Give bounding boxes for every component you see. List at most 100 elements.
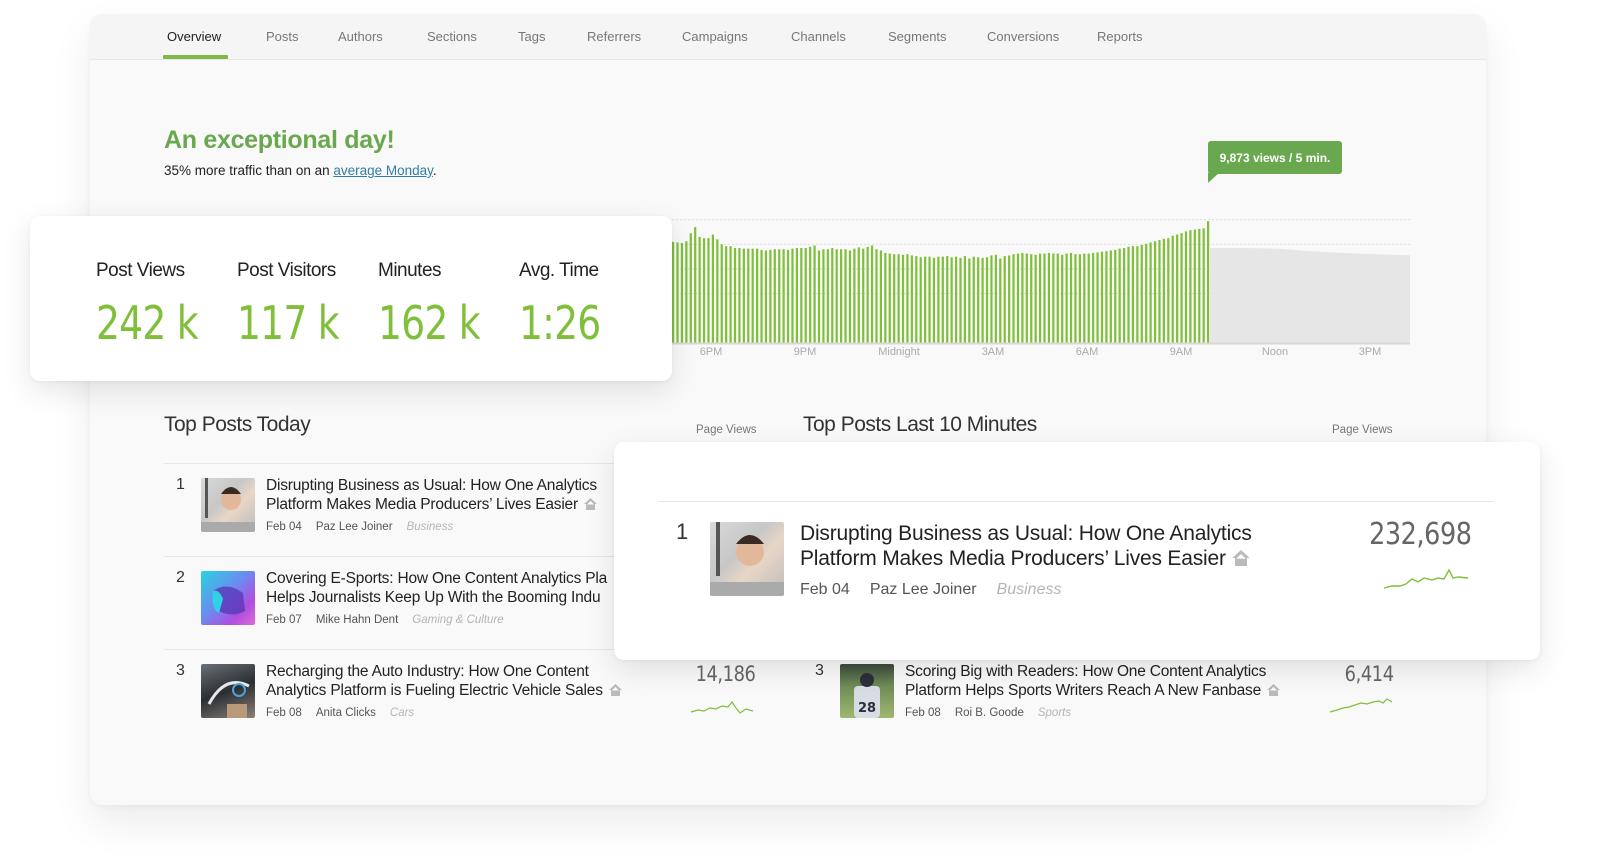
chart-bar[interactable] <box>813 245 816 343</box>
chart-bar[interactable] <box>782 249 785 343</box>
chart-bar[interactable] <box>1122 248 1126 343</box>
chart-bar[interactable] <box>742 248 745 343</box>
chart-bar[interactable] <box>1167 238 1170 343</box>
post-category[interactable]: Sports <box>1038 707 1071 719</box>
chart-bar[interactable] <box>1061 254 1064 343</box>
tab-reports[interactable]: Reports <box>1097 29 1143 44</box>
chart-bar[interactable] <box>963 256 967 343</box>
chart-bar[interactable] <box>1193 229 1196 343</box>
chart-bar[interactable] <box>844 249 847 343</box>
chart-bar[interactable] <box>857 247 860 343</box>
post-author[interactable]: Paz Lee Joiner <box>316 521 393 533</box>
chart-bar[interactable] <box>778 249 781 343</box>
chart-bar[interactable] <box>756 248 759 343</box>
post-author[interactable]: Paz Lee Joiner <box>870 581 977 598</box>
chart-bar[interactable] <box>1114 249 1117 343</box>
chart-bar[interactable] <box>707 238 710 343</box>
chart-bar[interactable] <box>1047 252 1051 343</box>
chart-bar[interactable] <box>1074 254 1077 343</box>
chart-bar[interactable] <box>676 242 679 343</box>
chart-bar[interactable] <box>941 256 944 343</box>
post-author[interactable]: Anita Clicks <box>316 707 376 719</box>
chart-bar[interactable] <box>1083 253 1086 343</box>
tab-sections[interactable]: Sections <box>427 29 477 44</box>
chart-bar[interactable] <box>1078 254 1081 343</box>
chart-bar[interactable] <box>711 234 714 343</box>
chart-bar[interactable] <box>959 257 962 343</box>
chart-bar[interactable] <box>694 227 697 343</box>
chart-bar[interactable] <box>1087 253 1090 343</box>
chart-bar[interactable] <box>1162 238 1165 343</box>
chart-bar[interactable] <box>1016 253 1020 343</box>
chart-bar[interactable] <box>1145 243 1148 343</box>
tab-authors[interactable]: Authors <box>338 29 383 44</box>
chart-bar[interactable] <box>919 257 922 343</box>
chart-bar[interactable] <box>817 250 821 344</box>
chart-bar[interactable] <box>985 257 989 343</box>
chart-bar[interactable] <box>1030 254 1033 343</box>
chart-bar[interactable] <box>972 256 975 343</box>
chart-bar[interactable] <box>937 256 940 343</box>
chart-bar[interactable] <box>760 249 763 343</box>
tab-segments[interactable]: Segments <box>888 29 947 44</box>
chart-bar[interactable] <box>853 248 856 343</box>
chart-bar[interactable] <box>1034 254 1037 343</box>
tab-referrers[interactable]: Referrers <box>587 29 641 44</box>
chart-bar[interactable] <box>968 258 971 343</box>
chart-bar[interactable] <box>689 233 692 343</box>
chart-bar[interactable] <box>1184 231 1188 343</box>
chart-bar[interactable] <box>826 249 829 343</box>
post-title[interactable]: Covering E-Sports: How One Content Analy… <box>266 570 607 607</box>
chart-bar[interactable] <box>884 252 887 343</box>
chart-bar[interactable] <box>906 254 909 343</box>
chart-bar[interactable] <box>1189 230 1192 343</box>
post-category[interactable]: Cars <box>390 707 414 719</box>
chart-bar[interactable] <box>950 257 953 343</box>
chart-bar[interactable] <box>725 246 728 343</box>
post-author[interactable]: Mike Hahn Dent <box>316 614 398 626</box>
chart-bar[interactable] <box>1131 246 1135 343</box>
chart-bar[interactable] <box>716 239 719 343</box>
chart-bar[interactable] <box>800 248 803 343</box>
chart-bar[interactable] <box>764 250 768 344</box>
post-category[interactable]: Business <box>997 581 1062 598</box>
chart-bar[interactable] <box>1118 248 1121 343</box>
chart-bar[interactable] <box>773 249 776 343</box>
average-monday-link[interactable]: average Monday <box>333 163 433 178</box>
chart-bar[interactable] <box>1202 228 1205 343</box>
post-title[interactable]: Recharging the Auto Industry: How One Co… <box>266 663 622 700</box>
tab-posts[interactable]: Posts <box>266 29 299 44</box>
chart-bar[interactable] <box>901 254 905 343</box>
chart-bar[interactable] <box>1171 235 1174 343</box>
chart-bar[interactable] <box>1038 253 1042 343</box>
post-title[interactable]: Disrupting Business as Usual: How One An… <box>800 521 1252 571</box>
chart-bar[interactable] <box>879 250 883 344</box>
chart-bar[interactable] <box>1153 241 1157 343</box>
chart-bar[interactable] <box>822 249 825 343</box>
chart-bar[interactable] <box>915 256 918 343</box>
chart-bar[interactable] <box>977 257 980 343</box>
chart-bar[interactable] <box>981 257 984 343</box>
chart-bar[interactable] <box>672 241 675 343</box>
chart-bar[interactable] <box>1198 228 1201 343</box>
chart-bar[interactable] <box>1025 253 1028 343</box>
chart-bar[interactable] <box>1003 256 1006 343</box>
chart-bar[interactable] <box>747 248 750 343</box>
tab-campaigns[interactable]: Campaigns <box>682 29 748 44</box>
chart-bar[interactable] <box>897 254 900 343</box>
chart-bar[interactable] <box>910 255 913 343</box>
chart-bar[interactable] <box>1012 254 1015 343</box>
chart-bar[interactable] <box>1158 240 1161 343</box>
chart-bar[interactable] <box>928 256 931 343</box>
chart-bar[interactable] <box>848 250 852 344</box>
chart-bar[interactable] <box>1065 253 1068 343</box>
chart-bar[interactable] <box>870 245 874 343</box>
chart-bar[interactable] <box>733 248 737 343</box>
chart-bar[interactable] <box>809 246 812 343</box>
chart-bar[interactable] <box>840 249 843 343</box>
chart-bar[interactable] <box>1008 255 1011 343</box>
chart-bar[interactable] <box>954 256 958 343</box>
chart-bar[interactable] <box>1096 252 1099 343</box>
chart-bar[interactable] <box>888 253 891 343</box>
post-title[interactable]: Scoring Big with Readers: How One Conten… <box>905 663 1281 700</box>
